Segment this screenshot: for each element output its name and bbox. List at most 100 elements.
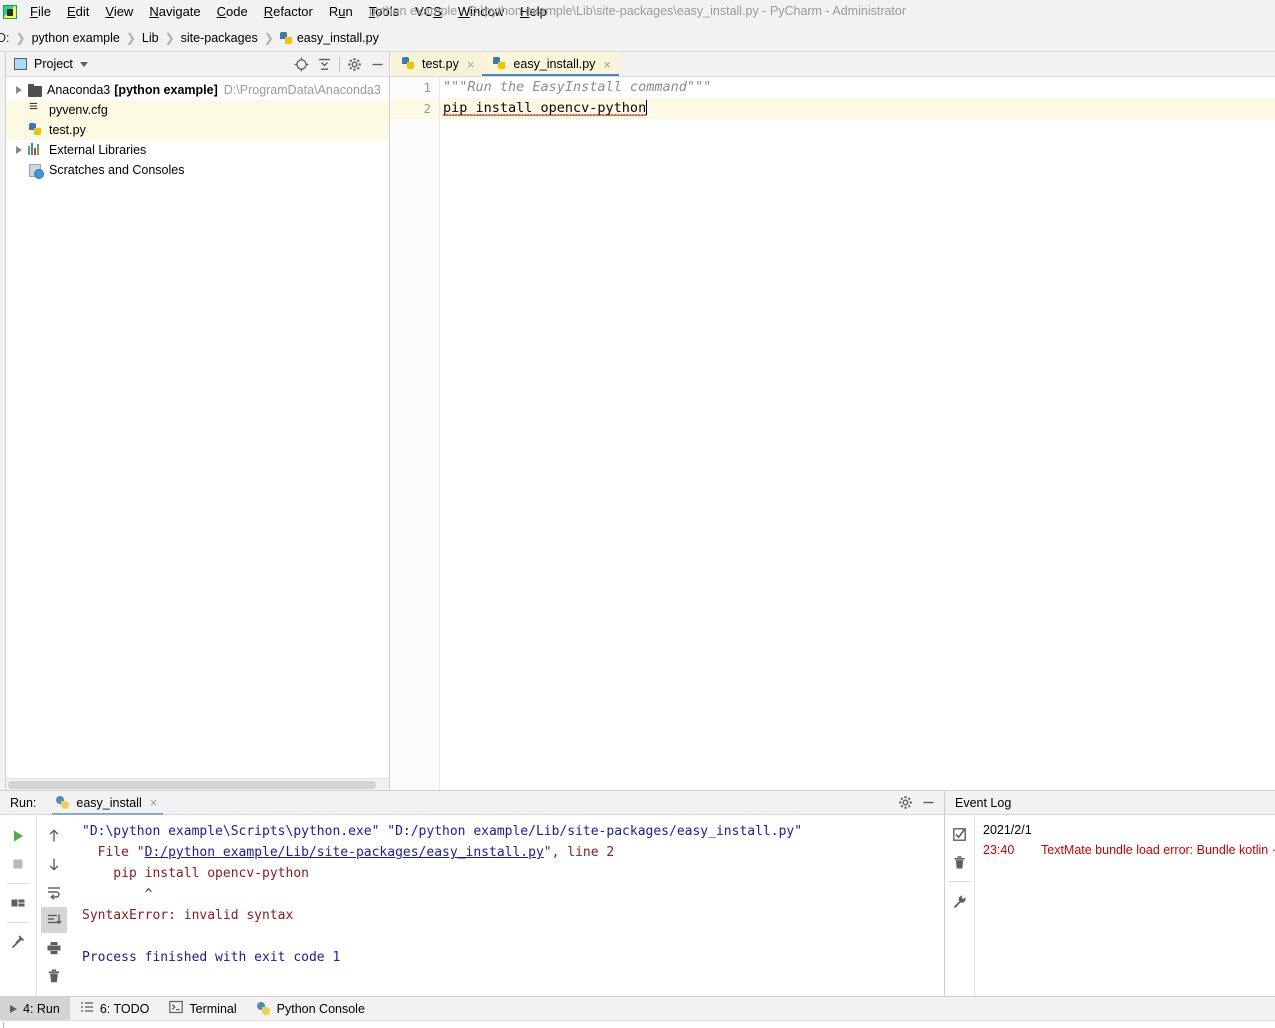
menu-code-label: ode xyxy=(226,3,248,19)
menu-navigate[interactable]: Navigate xyxy=(141,1,208,23)
editor-tab-label-1: easy_install.py xyxy=(513,57,596,71)
collapse-all-icon[interactable] xyxy=(313,53,336,75)
event-log-body: 2021/2/1 23:40 TextMate bundle load erro… xyxy=(945,815,1275,997)
editor-tab-bar: test.py × easy_install.py × xyxy=(391,52,1275,77)
print-icon[interactable] xyxy=(41,935,67,961)
settings-gear-icon[interactable] xyxy=(343,53,366,75)
expand-arrow-icon[interactable] xyxy=(16,146,22,154)
menu-help[interactable]: Help xyxy=(512,1,555,23)
down-arrow-icon[interactable] xyxy=(41,851,67,877)
event-log-date: 2021/2/1 xyxy=(983,823,1032,837)
menu-refactor[interactable]: Refactor xyxy=(256,1,321,23)
breadcrumb-file[interactable]: easy_install.py xyxy=(297,31,379,45)
close-icon[interactable]: × xyxy=(150,796,158,809)
line-number-2: 2 xyxy=(391,98,439,119)
menu-refactor-label: efactor xyxy=(273,3,313,19)
breadcrumb-drive[interactable]: D: xyxy=(0,31,10,45)
trash-icon[interactable] xyxy=(947,849,973,875)
menu-window-label: indow xyxy=(470,3,505,19)
breadcrumb-separator-3: ❯ xyxy=(263,30,274,45)
breadcrumb-separator-2: ❯ xyxy=(164,30,175,45)
code-lines: """Run the EasyInstall command""" pip in… xyxy=(441,77,1275,119)
console-file-link[interactable]: D:/python example/Lib/site-packages/easy… xyxy=(145,845,544,860)
menu-view[interactable]: View xyxy=(97,1,141,23)
project-panel-header: Project xyxy=(6,52,389,77)
run-triangle-icon xyxy=(10,1004,17,1013)
code-line-2: pip install opencv-python xyxy=(441,98,1275,119)
scrollbar-thumb[interactable] xyxy=(8,781,376,789)
menu-run[interactable]: Run xyxy=(321,1,361,23)
toolbar-divider xyxy=(339,56,340,72)
project-panel-toolbar xyxy=(290,53,389,75)
trash-icon[interactable] xyxy=(41,963,67,989)
menu-file[interactable]: File xyxy=(22,1,59,23)
run-panel-body: "D:\python example\Scripts\python.exe" "… xyxy=(0,815,944,997)
soft-wrap-icon[interactable] xyxy=(41,879,67,905)
libraries-icon xyxy=(28,142,44,158)
breadcrumb-separator-0: ❯ xyxy=(15,30,26,45)
event-log-entry[interactable]: 23:40 TextMate bundle load error: Bundle… xyxy=(983,840,1275,861)
tree-row-external-libraries[interactable]: External Libraries xyxy=(6,140,389,160)
tree-label-3: External Libraries xyxy=(49,143,147,157)
status-button-run[interactable]: 4: Run xyxy=(0,996,70,1021)
status-button-todo[interactable]: 6: TODO xyxy=(70,997,160,1021)
breadcrumb-item-2[interactable]: site-packages xyxy=(181,31,258,45)
menu-window[interactable]: Window xyxy=(450,1,512,23)
config-file-icon xyxy=(28,99,44,118)
layout-icon[interactable] xyxy=(5,890,31,916)
status-button-terminal[interactable]: Terminal xyxy=(159,997,246,1021)
menu-tools-label: ools xyxy=(375,3,400,19)
scratches-icon xyxy=(28,162,44,179)
locate-icon[interactable] xyxy=(290,53,313,75)
breadcrumb-item-1[interactable]: Lib xyxy=(142,31,159,45)
run-toolbar-left xyxy=(0,815,36,997)
project-horizontal-scrollbar[interactable] xyxy=(6,778,389,790)
console-file-suffix: ", line 2 xyxy=(543,845,615,860)
mark-read-icon[interactable] xyxy=(947,821,973,847)
rerun-icon[interactable] xyxy=(5,823,31,849)
menu-tools[interactable]: Tools xyxy=(361,1,407,23)
console-error-line: SyntaxError: invalid syntax xyxy=(82,908,294,923)
close-icon[interactable]: × xyxy=(467,58,475,71)
event-log-header: Event Log xyxy=(945,791,1275,815)
pin-icon[interactable] xyxy=(5,929,31,955)
status-bar: 4: Run 6: TODO Terminal Python Console xyxy=(0,996,1275,1021)
tree-row-anaconda3[interactable]: Anaconda3 [python example] D:\ProgramDat… xyxy=(6,80,389,100)
expand-arrow-icon[interactable] xyxy=(16,86,22,94)
status-button-terminal-label: Terminal xyxy=(189,1001,237,1016)
stop-icon[interactable] xyxy=(5,851,31,877)
project-panel-title: Project xyxy=(34,57,73,71)
scroll-to-end-icon[interactable] xyxy=(40,907,67,933)
menu-code[interactable]: Code xyxy=(209,1,256,23)
editor-tab-easy-install-py[interactable]: easy_install.py × xyxy=(482,52,620,76)
hide-panel-icon[interactable] xyxy=(366,53,389,75)
close-icon[interactable]: × xyxy=(603,58,611,71)
code-editor[interactable]: 1 2 """Run the EasyInstall command""" pi… xyxy=(391,77,1275,790)
run-tab-easy-install[interactable]: easy_install × xyxy=(52,791,164,815)
run-console-output[interactable]: "D:\python example\Scripts\python.exe" "… xyxy=(70,815,944,997)
pycharm-icon xyxy=(3,4,17,19)
tree-row-scratches-and-consoles[interactable]: Scratches and Consoles xyxy=(6,160,389,180)
settings-wrench-icon[interactable] xyxy=(947,888,973,914)
status-bar-footer xyxy=(0,1020,1275,1028)
hide-panel-icon[interactable] xyxy=(917,792,940,814)
editor-tab-test-py[interactable]: test.py × xyxy=(391,52,483,76)
status-button-python-console[interactable]: Python Console xyxy=(247,997,375,1021)
status-button-python-console-label: Python Console xyxy=(276,1001,365,1016)
chevron-down-icon[interactable] xyxy=(79,61,88,67)
event-log-toolbar xyxy=(945,815,975,997)
toolbar-divider xyxy=(7,883,29,884)
menu-edit[interactable]: Edit xyxy=(59,1,97,23)
line-number-1: 1 xyxy=(423,80,431,95)
tree-row-pyvenv-cfg[interactable]: pyvenv.cfg xyxy=(6,99,389,120)
tree-row-test-py[interactable]: test.py xyxy=(6,120,389,140)
editor-gutter[interactable]: 1 2 xyxy=(391,77,440,790)
settings-gear-icon[interactable] xyxy=(894,792,917,814)
menu-view-label: iew xyxy=(113,3,134,19)
up-arrow-icon[interactable] xyxy=(41,823,67,849)
breadcrumb-item-0[interactable]: python example xyxy=(32,31,120,45)
run-panel-header: Run: easy_install × xyxy=(0,791,944,815)
python-file-icon xyxy=(28,122,44,138)
menu-help-label: elp xyxy=(529,3,547,19)
menu-vcs[interactable]: VCS xyxy=(407,1,450,23)
